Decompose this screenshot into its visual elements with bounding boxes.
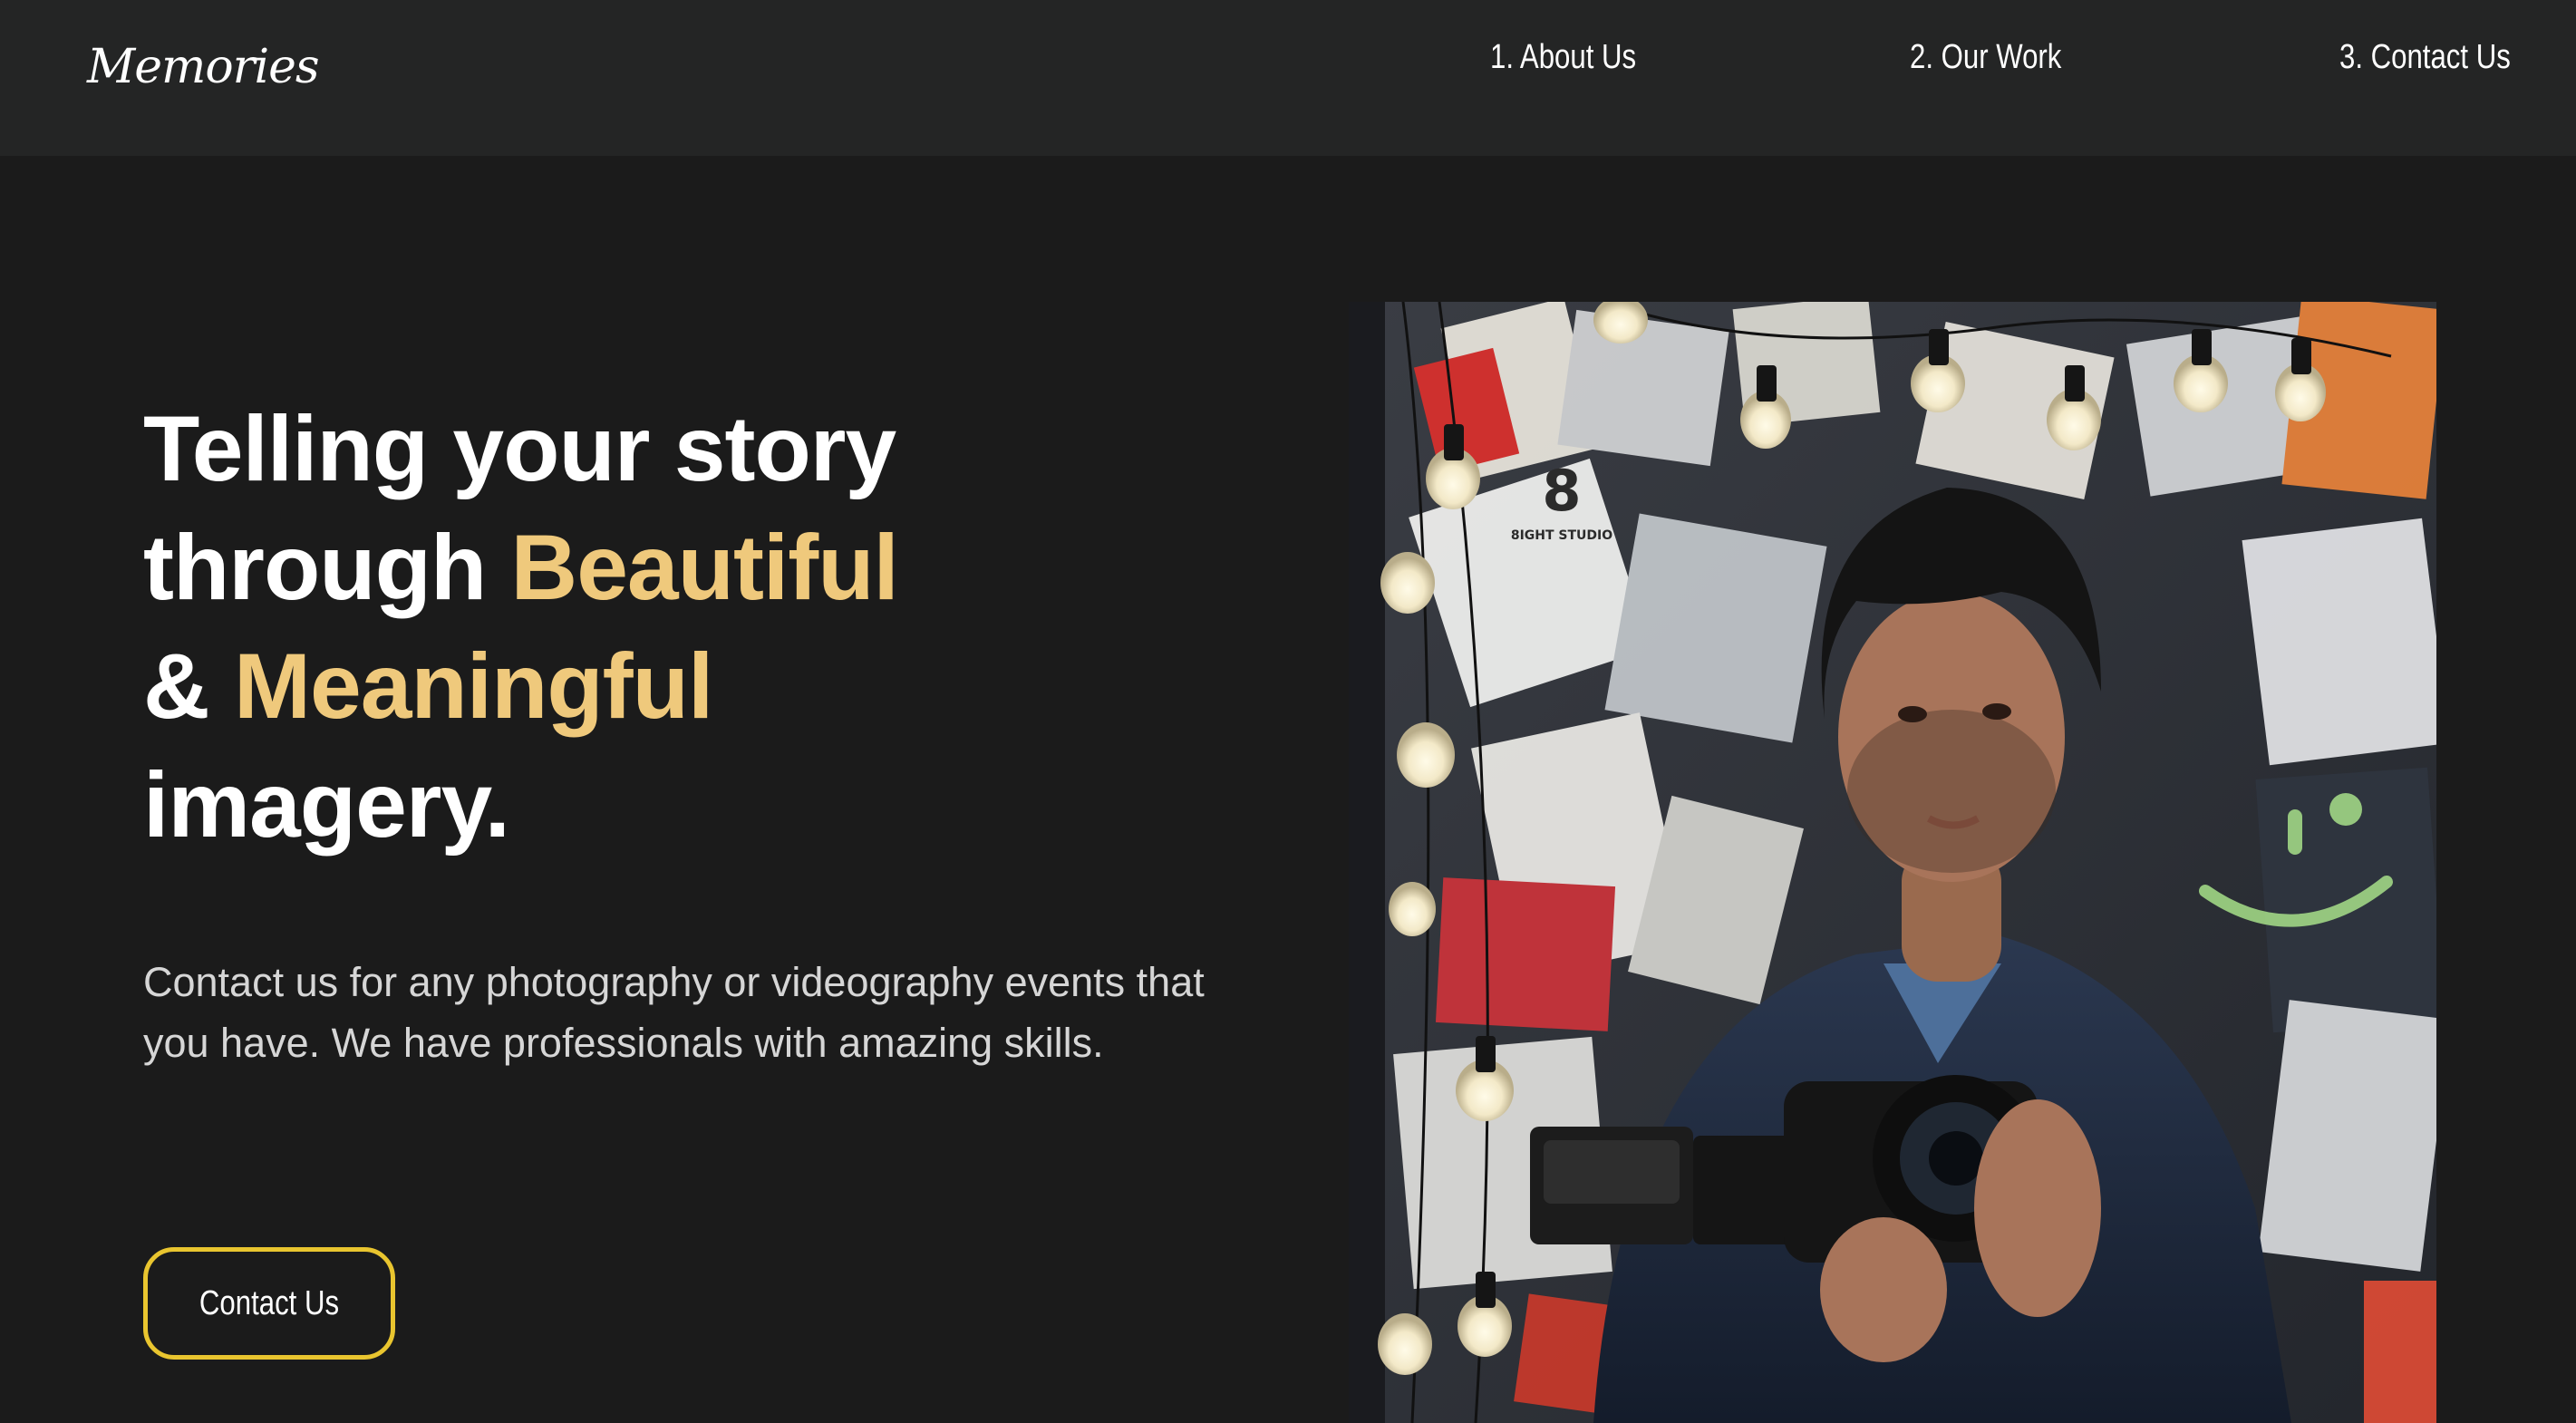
contact-us-button[interactable]: Contact Us [143,1247,395,1360]
nav-contact-us[interactable]: 3. Contact Us [2339,38,2511,77]
hero-heading: Telling your story through Beautiful & M… [143,390,1140,865]
logo[interactable]: Memories [87,40,320,94]
top-navbar: Memories 1. About Us 2. Our Work 3. Cont… [0,0,2576,156]
studio-mark: 8 [1542,458,1581,524]
photographer-image: 8 8IGHT STUDIO [1349,302,2436,1423]
nav-our-work[interactable]: 2. Our Work [1910,38,2061,77]
hero-title-accent-beautiful: Beautiful [510,516,899,619]
hero-description: Contact us for any photography or videog… [143,959,1205,1066]
hero-title-line4: imagery. [143,753,510,857]
hero-photo: 8 8IGHT STUDIO [1349,302,2436,1423]
hero-title-line3: & [143,634,234,738]
contact-us-button-label: Contact Us [199,1283,340,1322]
studio-name: 8IGHT STUDIO [1511,528,1612,543]
hero-title-line2: through [143,516,511,619]
hero-title-line1: Telling your story [143,397,896,500]
nav-about-us[interactable]: 1. About Us [1490,38,1636,77]
hero-title-accent-meaningful: Meaningful [234,634,713,738]
